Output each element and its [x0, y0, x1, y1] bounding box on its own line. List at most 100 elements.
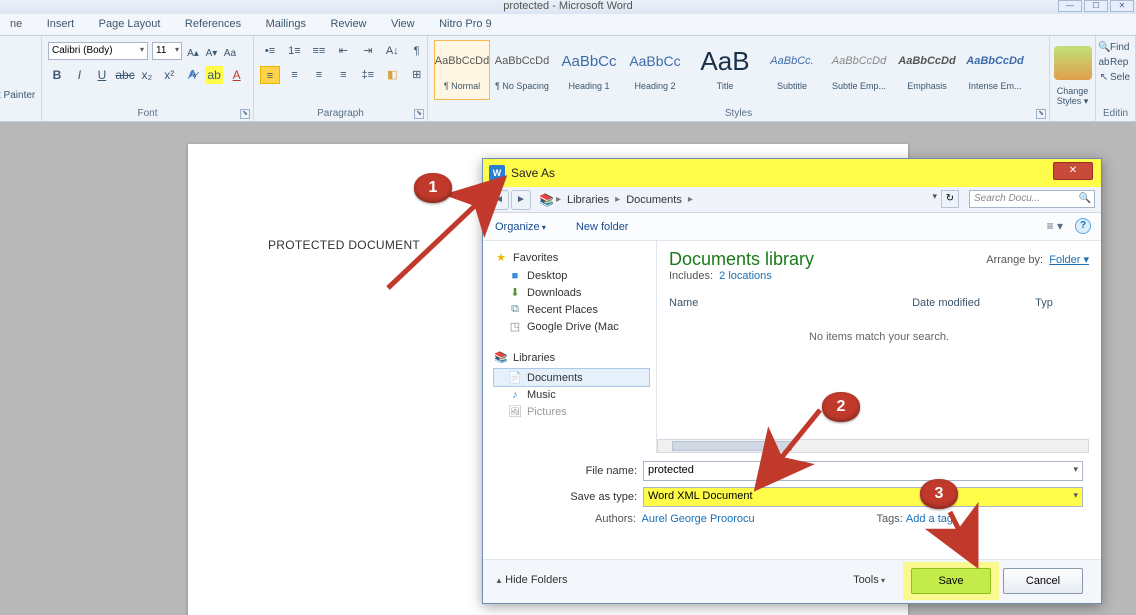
style-subtle-emphasis[interactable]: AaBbCcDdSubtle Emp... [826, 40, 892, 100]
tab-view[interactable]: View [381, 14, 425, 33]
style-title[interactable]: AaBTitle [690, 40, 760, 100]
decrease-indent-icon[interactable]: ⇤ [333, 42, 353, 60]
save-type-row: Save as type: Word XML Document [483, 485, 1101, 509]
tags-value[interactable]: Add a tag [906, 513, 953, 525]
font-name-dropdown[interactable]: Calibri (Body) [48, 42, 148, 60]
sidebar-desktop[interactable]: ■Desktop [493, 268, 656, 284]
tools-button[interactable]: Tools [853, 574, 885, 586]
sidebar-documents[interactable]: 📄Documents [493, 368, 650, 387]
styles-dialog-launcher-icon[interactable]: ⬊ [1036, 109, 1046, 119]
close-button[interactable]: ✕ [1110, 0, 1134, 12]
col-date[interactable]: Date modified [912, 297, 1032, 309]
view-options-button[interactable]: ≡ ▾ [1047, 219, 1063, 233]
scrollbar-thumb[interactable] [672, 441, 792, 451]
cancel-button[interactable]: Cancel [1003, 568, 1083, 594]
tab-mailings[interactable]: Mailings [256, 14, 316, 33]
replace-button[interactable]: abRep [1096, 55, 1135, 70]
dialog-close-button[interactable]: ✕ [1053, 162, 1093, 180]
metadata-row: Authors: Aurel George Proorocu Tags: Add… [595, 513, 1083, 525]
strike-icon[interactable]: abc [115, 66, 133, 84]
arrange-by: Arrange by: Folder ▾ [986, 253, 1089, 266]
col-type[interactable]: Typ [1035, 297, 1053, 309]
find-button[interactable]: 🔍Find [1096, 40, 1135, 55]
style-heading1[interactable]: AaBbCcHeading 1 [558, 40, 620, 100]
dialog-titlebar[interactable]: W Save As ✕ [483, 159, 1101, 187]
paragraph-dialog-launcher-icon[interactable]: ⬊ [414, 109, 424, 119]
sort-icon[interactable]: A↓ [382, 42, 402, 60]
desktop-icon: ■ [507, 270, 523, 282]
search-input[interactable]: Search Docu... [969, 190, 1095, 208]
horizontal-scrollbar[interactable] [657, 439, 1089, 453]
superscript-icon[interactable]: x² [160, 66, 178, 84]
crumb-libraries[interactable]: Libraries [563, 194, 613, 206]
style-no-spacing[interactable]: AaBbCcDd¶ No Spacing [494, 40, 550, 100]
increase-indent-icon[interactable]: ⇥ [358, 42, 378, 60]
authors-value[interactable]: Aurel George Proorocu [641, 513, 754, 525]
refresh-button[interactable]: ↻ [941, 190, 959, 208]
text-effects-icon[interactable]: A [183, 66, 201, 84]
column-headers[interactable]: Name Date modified Typ [669, 297, 1101, 309]
minimize-button[interactable]: — [1058, 0, 1082, 12]
col-name[interactable]: Name [669, 297, 909, 309]
shrink-font-icon[interactable]: A▾ [204, 48, 218, 64]
subscript-icon[interactable]: x₂ [138, 66, 156, 84]
organize-button[interactable]: Organize [495, 221, 546, 233]
arrange-value[interactable]: Folder ▾ [1049, 254, 1089, 266]
crumb-documents[interactable]: Documents [622, 194, 686, 206]
change-case-icon[interactable]: Aa [223, 48, 237, 64]
save-button[interactable]: Save [911, 568, 991, 594]
tab-review[interactable]: Review [320, 14, 376, 33]
help-button[interactable]: ? [1075, 218, 1091, 234]
sidebar-libraries-head[interactable]: 📚Libraries [493, 351, 656, 364]
tab-page-layout[interactable]: Page Layout [89, 14, 171, 33]
align-right-icon[interactable]: ≡ [309, 66, 329, 84]
borders-icon[interactable]: ⊞ [407, 66, 427, 84]
sidebar-recent[interactable]: ⧉Recent Places [493, 301, 656, 318]
multilevel-icon[interactable]: ≡≡ [309, 42, 329, 60]
sidebar-pictures[interactable]: 🖼Pictures [493, 403, 656, 420]
grow-font-icon[interactable]: A▴ [186, 48, 200, 64]
format-painter-button[interactable]: t Painter [0, 90, 44, 101]
font-dialog-launcher-icon[interactable]: ⬊ [240, 109, 250, 119]
nav-forward-button[interactable]: ► [511, 190, 531, 210]
group-change-styles[interactable]: Change Styles ▾ [1050, 36, 1096, 121]
highlight-icon[interactable]: ab [205, 66, 223, 84]
style-normal[interactable]: AaBbCcDd¶ Normal [434, 40, 490, 100]
filename-input[interactable]: protected [643, 461, 1083, 481]
line-spacing-icon[interactable]: ‡≡ [358, 66, 378, 84]
sidebar-favorites-head[interactable]: ★Favorites [493, 251, 656, 264]
shading-icon[interactable]: ◧ [382, 66, 402, 84]
align-center-icon[interactable]: ≡ [284, 66, 304, 84]
sidebar-music[interactable]: ♪Music [493, 387, 656, 403]
address-dropdown-icon[interactable]: ▾ [932, 191, 937, 202]
bullets-icon[interactable]: •≡ [260, 42, 280, 60]
bold-icon[interactable]: B [48, 66, 66, 84]
nav-back-button[interactable]: ◄ [489, 190, 509, 210]
font-size-dropdown[interactable]: 11 [152, 42, 182, 60]
save-type-dropdown[interactable]: Word XML Document [643, 487, 1083, 507]
tab-references[interactable]: References [175, 14, 251, 33]
underline-icon[interactable]: U [93, 66, 111, 84]
change-styles-icon [1054, 46, 1092, 80]
ribbon: t Painter Calibri (Body) 11 A▴ A▾ Aa A̷ … [0, 36, 1136, 122]
style-heading2[interactable]: AaBbCcHeading 2 [624, 40, 686, 100]
justify-icon[interactable]: ≡ [333, 66, 353, 84]
align-left-icon[interactable]: ≡ [260, 66, 280, 84]
font-color-icon[interactable]: A [228, 66, 246, 84]
tab-home[interactable]: ne [0, 14, 32, 33]
includes-link[interactable]: 2 locations [719, 270, 772, 282]
maximize-button[interactable]: ☐ [1084, 0, 1108, 12]
numbering-icon[interactable]: 1≡ [284, 42, 304, 60]
style-intense-emphasis[interactable]: AaBbCcDdIntense Em... [962, 40, 1028, 100]
tab-nitro[interactable]: Nitro Pro 9 [429, 14, 502, 33]
new-folder-button[interactable]: New folder [576, 221, 629, 233]
sidebar-downloads[interactable]: ⬇Downloads [493, 284, 656, 301]
select-button[interactable]: ↖Sele [1096, 70, 1135, 85]
style-emphasis[interactable]: AaBbCcDdEmphasis [896, 40, 958, 100]
tab-insert[interactable]: Insert [37, 14, 85, 33]
show-marks-icon[interactable]: ¶ [407, 42, 427, 60]
sidebar-gdrive[interactable]: ◳Google Drive (Mac [493, 318, 656, 335]
style-subtitle[interactable]: AaBbCc.Subtitle [764, 40, 820, 100]
hide-folders-button[interactable]: Hide Folders [495, 574, 568, 586]
italic-icon[interactable]: I [70, 66, 88, 84]
